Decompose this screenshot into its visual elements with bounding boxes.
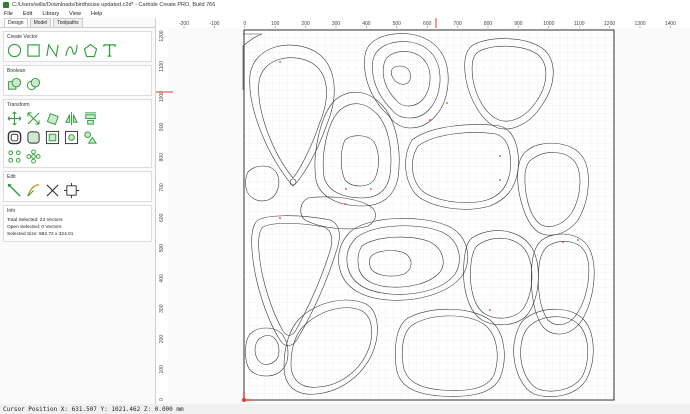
info-total-selected: Total Selected: 23 Vectors bbox=[7, 218, 63, 223]
cursor-position: Cursor Position X: 631.507 Y: 1021.462 Z… bbox=[3, 405, 184, 413]
fillet-icon[interactable] bbox=[26, 130, 41, 145]
ruler-y-label: 600 bbox=[159, 213, 165, 222]
design-panel: Design Model Toolpaths Create Vector Boo… bbox=[0, 18, 156, 404]
edit-title: Edit bbox=[7, 174, 16, 180]
window-title: C:/Users/wills/Downloads/birdhouse updat… bbox=[12, 1, 216, 8]
trim-icon[interactable] bbox=[45, 183, 60, 198]
circle-icon[interactable] bbox=[7, 43, 22, 58]
info-open-selected: Open Selected: 0 Vectors bbox=[7, 225, 62, 230]
boolean-union-icon[interactable] bbox=[7, 77, 22, 92]
vertical-ruler bbox=[156, 18, 168, 404]
tab-toolpaths[interactable]: Toolpaths bbox=[53, 18, 83, 27]
ruler-y-label: 400 bbox=[159, 274, 165, 283]
transform-title: Transform bbox=[7, 102, 30, 108]
array-circular-icon[interactable] bbox=[26, 149, 41, 164]
ruler-y-label: 500 bbox=[159, 244, 165, 253]
info-title: Info bbox=[7, 208, 16, 214]
curve-icon[interactable] bbox=[64, 43, 79, 58]
boolean-title: Boolean bbox=[7, 68, 26, 74]
inset-icon[interactable] bbox=[45, 130, 60, 145]
rotate-icon[interactable] bbox=[45, 111, 60, 126]
menu-file[interactable]: File bbox=[4, 11, 13, 17]
move-icon[interactable] bbox=[7, 111, 22, 126]
mirror-icon[interactable] bbox=[64, 111, 79, 126]
ruler-y-label: 100 bbox=[159, 365, 165, 374]
tab-design[interactable]: Design bbox=[4, 18, 28, 27]
create-vector-title: Create Vector bbox=[7, 34, 38, 40]
info-section: Info Total Selected: 23 Vectors Open Sel… bbox=[3, 205, 152, 242]
edit-section: Edit bbox=[3, 171, 152, 202]
bounding-box-icon[interactable] bbox=[64, 183, 79, 198]
menu-bar: File Edit Library View Help bbox=[0, 9, 690, 18]
status-bar: Cursor Position X: 631.507 Y: 1021.462 Z… bbox=[0, 404, 690, 414]
transform-section: Transform bbox=[3, 99, 152, 168]
rectangle-icon[interactable] bbox=[26, 43, 41, 58]
boolean-section: Boolean bbox=[3, 65, 152, 96]
panel-tabs: Design Model Toolpaths bbox=[0, 18, 155, 28]
offset-icon[interactable] bbox=[7, 130, 22, 145]
pocket-icon[interactable] bbox=[64, 130, 79, 145]
app-icon bbox=[3, 1, 9, 8]
ruler-y-label: 900 bbox=[159, 123, 165, 132]
create-vector-section: Create Vector bbox=[3, 31, 152, 62]
text-icon[interactable] bbox=[102, 43, 117, 58]
ruler-y-label: 0 bbox=[159, 398, 165, 401]
ruler-y-label: 1200 bbox=[159, 30, 165, 41]
boolean-subtract-icon[interactable] bbox=[26, 77, 41, 92]
menu-help[interactable]: Help bbox=[91, 11, 102, 17]
ruler-y-label: 800 bbox=[159, 153, 165, 162]
tab-model[interactable]: Model bbox=[29, 18, 52, 27]
ruler-y-label: 300 bbox=[159, 304, 165, 313]
polyline-icon[interactable] bbox=[45, 43, 60, 58]
array-grid-icon[interactable] bbox=[7, 149, 22, 164]
polygon-icon[interactable] bbox=[83, 43, 98, 58]
shapes-icon[interactable] bbox=[83, 130, 98, 145]
title-bar: C:/Users/wills/Downloads/birdhouse updat… bbox=[0, 0, 690, 9]
node-edit-icon[interactable] bbox=[7, 183, 22, 198]
design-canvas[interactable]: -200 -100 0 100 200 300 400 500 600 700 800 900 1000… bbox=[156, 18, 690, 404]
join-icon[interactable] bbox=[26, 183, 41, 198]
scale-icon[interactable] bbox=[26, 111, 41, 126]
menu-edit[interactable]: Edit bbox=[23, 11, 32, 17]
material-sheet bbox=[243, 29, 615, 401]
menu-view[interactable]: View bbox=[69, 11, 81, 17]
align-icon[interactable] bbox=[83, 111, 98, 126]
ruler-y-label: 700 bbox=[159, 183, 165, 192]
menu-library[interactable]: Library bbox=[42, 11, 59, 17]
info-selected-size: Selected Size: 982.72 x 324.01 bbox=[7, 232, 74, 237]
ruler-y-label: 200 bbox=[159, 335, 165, 344]
ruler-y-label: 1100 bbox=[159, 61, 165, 72]
ruler-y-label: 1000 bbox=[159, 91, 165, 102]
